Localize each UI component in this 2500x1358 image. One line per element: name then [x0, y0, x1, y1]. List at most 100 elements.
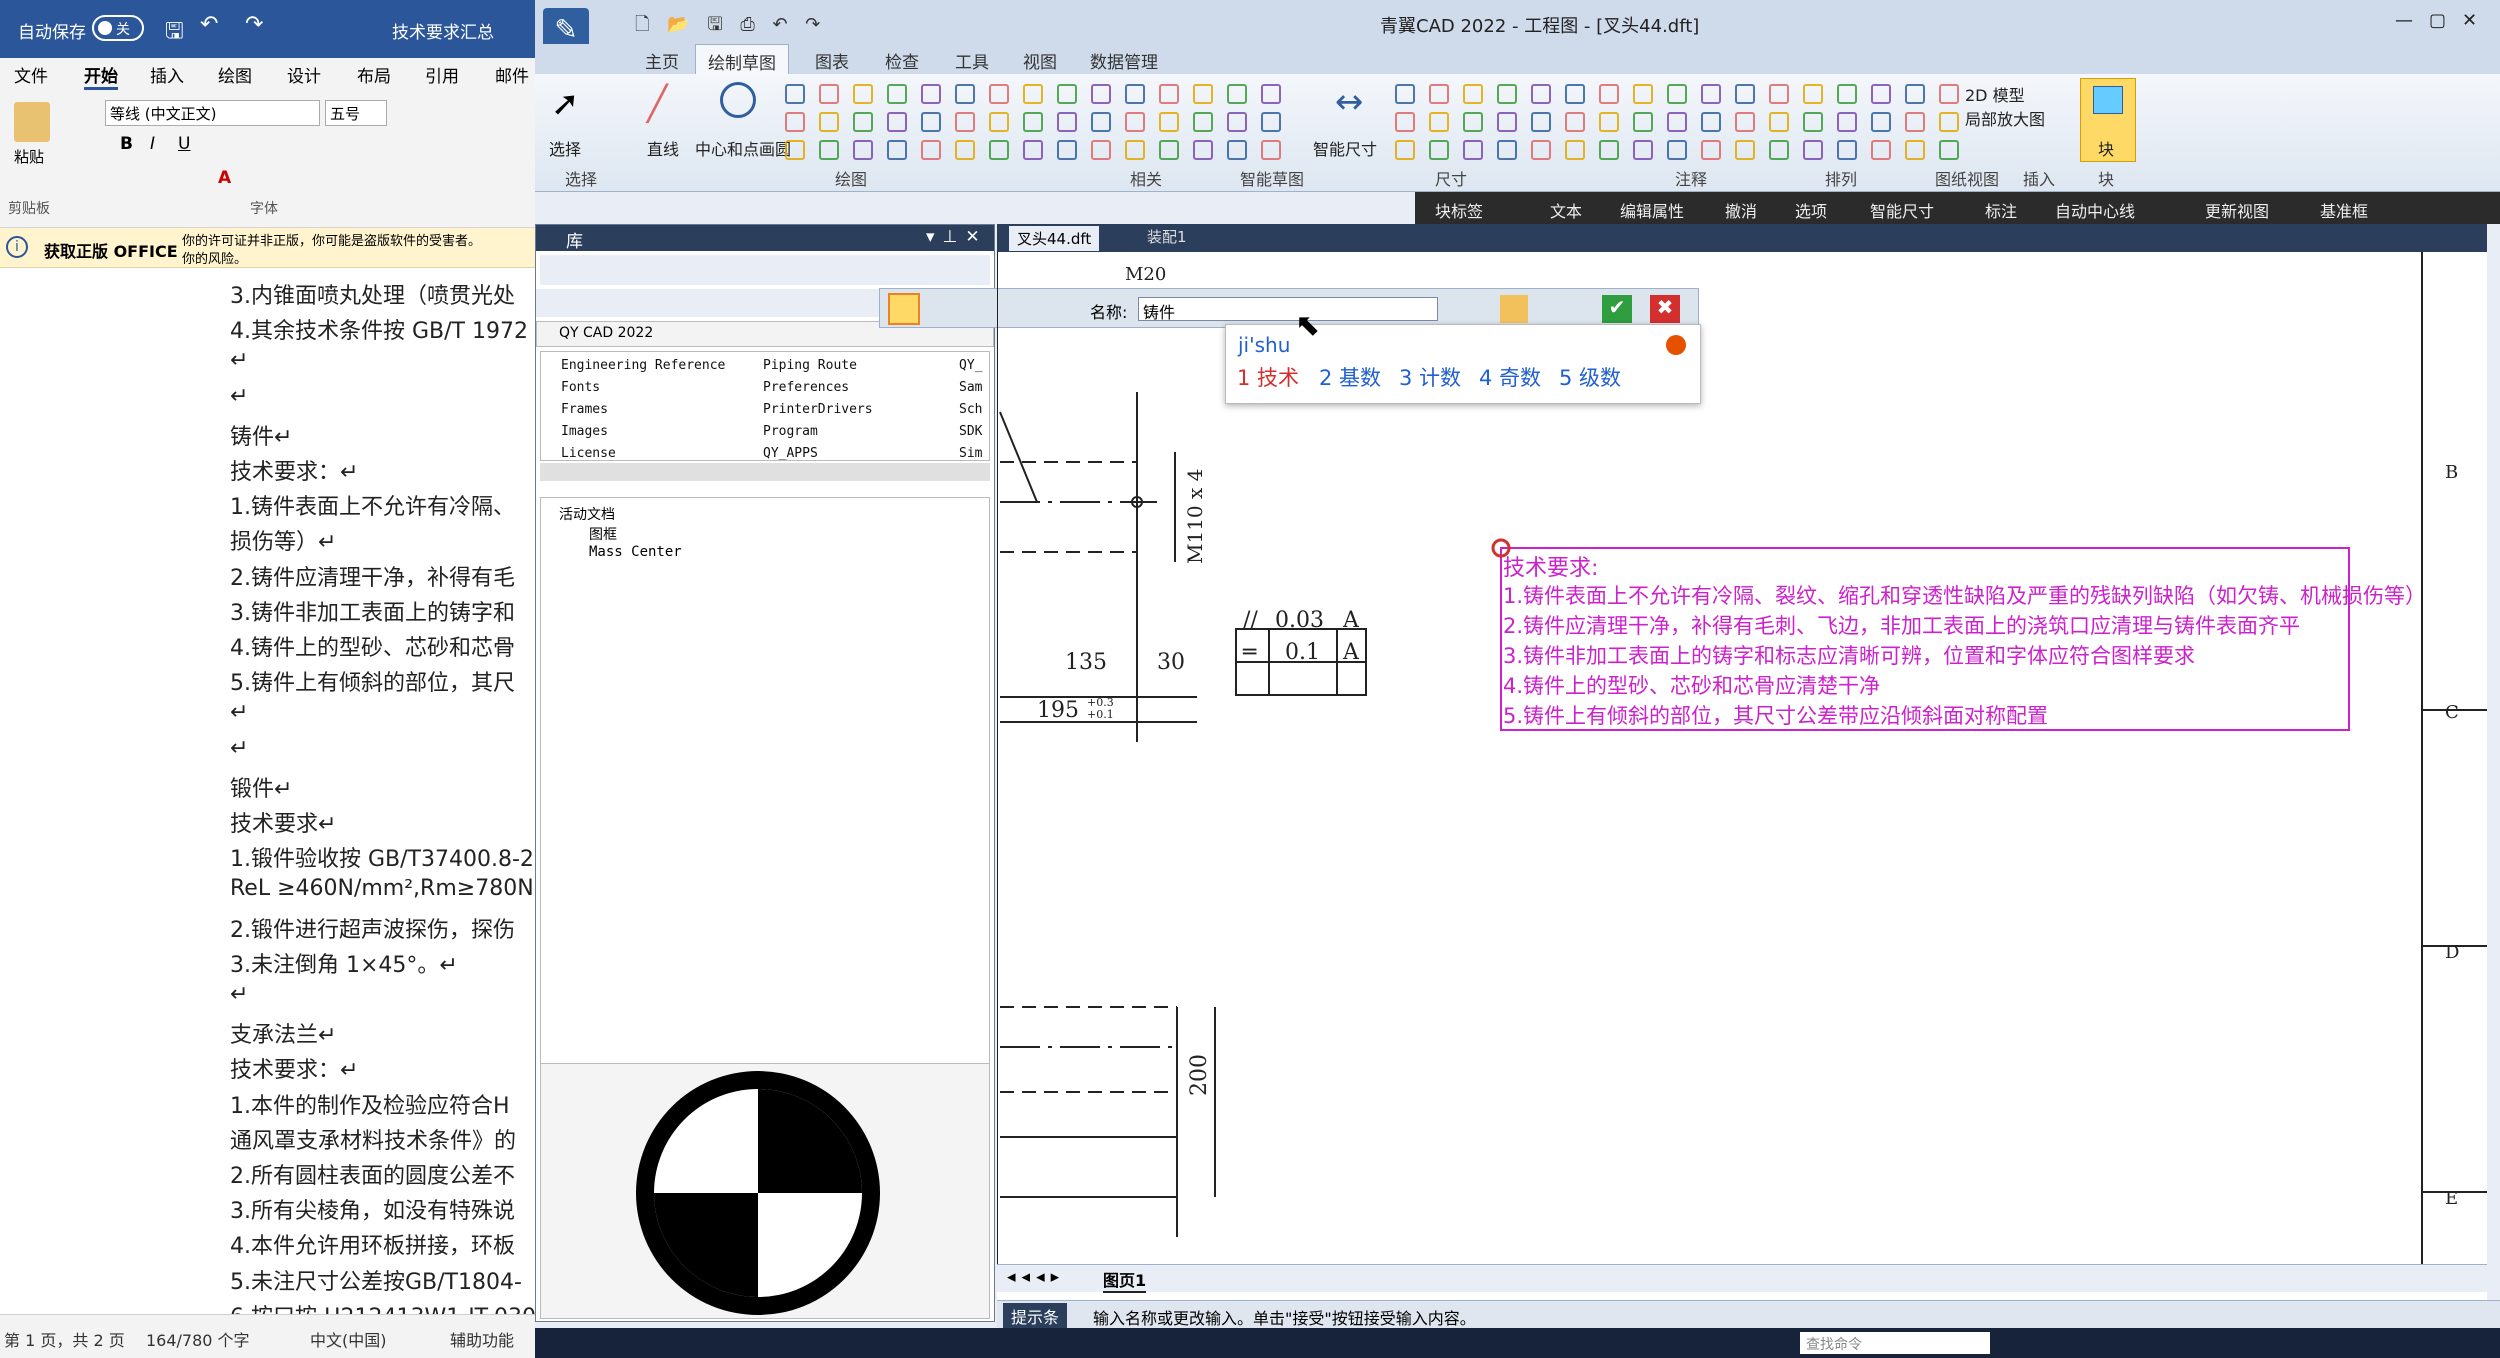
- tab-data[interactable]: 数据管理: [1090, 48, 1158, 73]
- ribbon-tool-icon[interactable]: [1497, 140, 1517, 160]
- ribbon-tool-icon[interactable]: [1735, 112, 1755, 132]
- paste-icon[interactable]: [14, 102, 50, 142]
- autosave-toggle[interactable]: 关: [92, 15, 144, 41]
- redo-icon[interactable]: ↷: [245, 12, 263, 37]
- ribbon-tool-icon[interactable]: [1497, 84, 1517, 104]
- ribbon-tool-icon[interactable]: [955, 140, 975, 160]
- ribbon-tool-icon[interactable]: [1125, 112, 1145, 132]
- word-tab-mailings[interactable]: 邮件: [495, 62, 529, 87]
- ribbon-tool-icon[interactable]: [785, 140, 805, 160]
- ribbon-tool-icon[interactable]: [1227, 84, 1247, 104]
- ribbon-tool-icon[interactable]: [1633, 140, 1653, 160]
- doc-tab-assembly[interactable]: 装配1: [1147, 226, 1187, 247]
- tree-item-frame[interactable]: 图框: [589, 524, 617, 544]
- sheet-nav-arrows[interactable]: ◂◂◂▸: [1007, 1267, 1065, 1287]
- library-folder[interactable]: Frames: [561, 402, 608, 417]
- doc-line[interactable]: 5.铸件上有倾斜的部位，其尺: [230, 665, 515, 697]
- ribbon-tool-icon[interactable]: [1193, 84, 1213, 104]
- ribbon-tool-icon[interactable]: [1565, 84, 1585, 104]
- ribbon-tool-icon[interactable]: [1531, 140, 1551, 160]
- ribbon-tool-icon[interactable]: [1803, 140, 1823, 160]
- tree-root[interactable]: 活动文档: [559, 504, 615, 524]
- ribbon-tool-icon[interactable]: [1667, 112, 1687, 132]
- ribbon-tool-icon[interactable]: [1939, 112, 1959, 132]
- doc-line[interactable]: 技术要求：↵: [230, 1052, 358, 1084]
- fcf-1-value[interactable]: 0.03: [1275, 608, 1324, 633]
- ribbon-tool-icon[interactable]: [1261, 112, 1281, 132]
- ribbon-tool-icon[interactable]: [1057, 84, 1077, 104]
- ribbon-tool-icon[interactable]: [1023, 140, 1043, 160]
- library-folder[interactable]: Images: [561, 424, 608, 439]
- ribbon-tool-icon[interactable]: [1497, 112, 1517, 132]
- doc-line[interactable]: 锻件↵: [230, 771, 292, 803]
- library-folder[interactable]: Sam: [959, 380, 982, 395]
- tab-tools[interactable]: 工具: [955, 48, 989, 73]
- doc-line[interactable]: 2.铸件应清理干净，补得有毛: [230, 560, 515, 592]
- doc-line[interactable]: 通风罩支承材料技术条件》的: [230, 1123, 516, 1155]
- accessibility[interactable]: 辅助功能: [450, 1327, 514, 1351]
- quick-access-icons[interactable]: 🗋 📂 🖫 ⎙ ↶ ↷: [635, 12, 826, 42]
- library-folder[interactable]: Program: [763, 424, 818, 439]
- tree-item-mass-center[interactable]: Mass Center: [589, 544, 682, 560]
- ribbon-tool-icon[interactable]: [853, 84, 873, 104]
- word-tab-draw[interactable]: 绘图: [218, 62, 252, 87]
- undo-icon[interactable]: ↶: [200, 12, 218, 37]
- sheet-tab-1[interactable]: 图页1: [1103, 1267, 1147, 1293]
- tb-undo[interactable]: 撤消: [1725, 198, 1757, 222]
- library-scrollbar[interactable]: [540, 463, 990, 481]
- ribbon-tool-icon[interactable]: [819, 84, 839, 104]
- ribbon-tool-icon[interactable]: [955, 84, 975, 104]
- tb-update-view[interactable]: 更新视图: [2205, 198, 2269, 222]
- ribbon-tool-icon[interactable]: [1803, 112, 1823, 132]
- ribbon-tool-icon[interactable]: [1769, 84, 1789, 104]
- ribbon-tool-icon[interactable]: [921, 112, 941, 132]
- ribbon-tool-icon[interactable]: [1769, 112, 1789, 132]
- doc-line[interactable]: 4.铸件上的型砂、芯砂和芯骨: [230, 630, 515, 662]
- doc-line[interactable]: 损伤等）↵: [230, 524, 336, 556]
- fcf-1-datum[interactable]: A: [1343, 608, 1359, 633]
- dim-m20[interactable]: M20: [1125, 264, 1166, 285]
- italic-button[interactable]: I: [150, 134, 155, 154]
- ribbon-tool-icon[interactable]: [1531, 112, 1551, 132]
- word-tab-references[interactable]: 引用: [425, 62, 459, 87]
- doc-line[interactable]: ↵: [230, 384, 248, 409]
- ribbon-tool-icon[interactable]: [1565, 140, 1585, 160]
- ribbon-tool-icon[interactable]: [1261, 84, 1281, 104]
- ribbon-tool-icon[interactable]: [1395, 112, 1415, 132]
- ribbon-tool-icon[interactable]: [1599, 140, 1619, 160]
- dim-135[interactable]: 135: [1065, 650, 1107, 675]
- doc-line[interactable]: ReL ≥460N/mm²,Rm≥780N: [230, 876, 534, 901]
- ribbon-tool-icon[interactable]: [1599, 84, 1619, 104]
- fcf-2-value[interactable]: 0.1: [1285, 640, 1320, 665]
- ribbon-tool-icon[interactable]: [785, 84, 805, 104]
- req-line-3[interactable]: 3.铸件非加工表面上的铸字和标志应清晰可辨，位置和字体应符合图样要求: [1503, 640, 2195, 670]
- dim-195[interactable]: 195: [1037, 698, 1079, 723]
- ribbon-tool-icon[interactable]: [1395, 84, 1415, 104]
- font-name-select[interactable]: 等线 (中文正文): [105, 100, 320, 126]
- ribbon-tool-icon[interactable]: [1837, 84, 1857, 104]
- doc-line[interactable]: 3.内锥面喷丸处理（喷贯光处: [230, 278, 515, 310]
- ribbon-tool-icon[interactable]: [1565, 112, 1585, 132]
- ribbon-tool-icon[interactable]: [989, 112, 1009, 132]
- doc-line[interactable]: 3.所有尖棱角，如没有特殊说: [230, 1193, 515, 1225]
- circle-icon[interactable]: [720, 82, 756, 118]
- save-icon[interactable]: 🖫: [165, 14, 184, 52]
- ribbon-tool-icon[interactable]: [1905, 112, 1925, 132]
- ribbon-tool-icon[interactable]: [819, 140, 839, 160]
- ribbon-tool-icon[interactable]: [1939, 140, 1959, 160]
- word-tab-design[interactable]: 设计: [287, 62, 321, 87]
- tab-home[interactable]: 主页: [645, 48, 679, 73]
- ribbon-tool-icon[interactable]: [887, 140, 907, 160]
- library-folder[interactable]: License: [561, 446, 616, 460]
- word-tab-home[interactable]: 开始: [84, 62, 118, 90]
- word-tab-layout[interactable]: 布局: [357, 62, 391, 87]
- select-icon[interactable]: ➚: [551, 84, 580, 124]
- ribbon-tool-icon[interactable]: [1701, 140, 1721, 160]
- doc-line[interactable]: 1.铸件表面上不允许有冷隔、: [230, 489, 515, 521]
- req-line-5[interactable]: 5.铸件上有倾斜的部位，其尺寸公差带应沿倾斜面对称配置: [1503, 700, 2048, 730]
- ribbon-tool-icon[interactable]: [1395, 140, 1415, 160]
- dim-m110[interactable]: M110 x 4: [1183, 469, 1207, 564]
- smart-dimension-button[interactable]: 智能尺寸: [1313, 136, 1377, 160]
- ribbon-tool-icon[interactable]: [1633, 84, 1653, 104]
- ribbon-tool-icon[interactable]: [1091, 140, 1111, 160]
